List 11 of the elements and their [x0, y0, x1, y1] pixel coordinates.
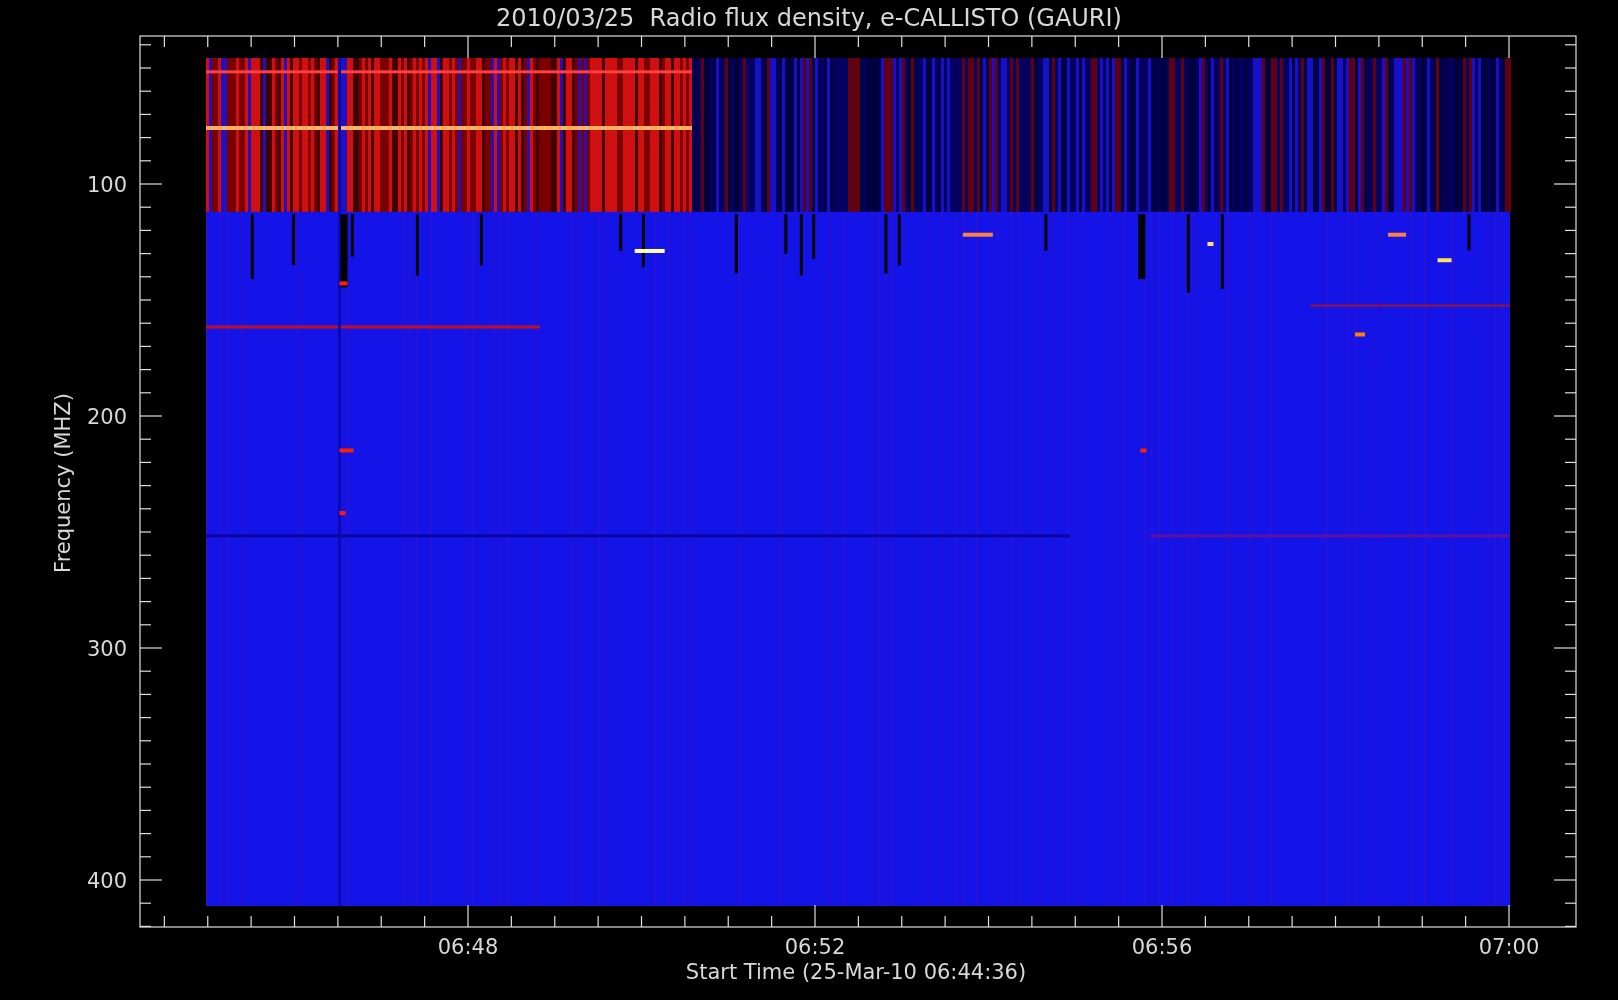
x-tick-label: 06:48 — [437, 935, 499, 959]
x-axis-label: Start Time (25-Mar-10 06:44:36) — [685, 960, 1027, 984]
y-axis-label: Frequency (MHZ) — [51, 393, 75, 573]
y-tick-label: 400 — [86, 869, 127, 893]
x-tick-label: 06:52 — [784, 935, 846, 959]
x-tick-label: 07:00 — [1478, 935, 1540, 959]
y-tick-label: 300 — [86, 637, 127, 661]
y-tick-label: 100 — [86, 173, 127, 197]
x-tick-label: 06:56 — [1131, 935, 1193, 959]
y-tick-label: 200 — [86, 405, 127, 429]
plot-title: 2010/03/25 Radio flux density, e-CALLISTO (GAURI) — [496, 4, 1122, 32]
